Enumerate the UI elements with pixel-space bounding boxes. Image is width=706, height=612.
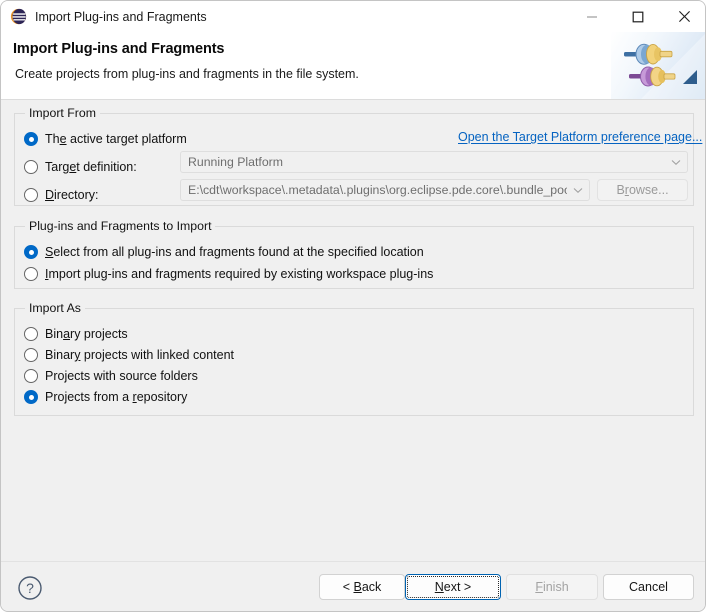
radio-label: Projects from a repository	[45, 390, 188, 404]
chevron-down-icon	[665, 152, 687, 172]
radio-indicator[interactable]	[24, 390, 38, 404]
radio-active-target-platform[interactable]: The active target platform	[24, 132, 187, 146]
import-plugins-dialog: Import Plug-ins and Fragments Import Plu…	[0, 0, 706, 612]
window-controls	[569, 1, 705, 32]
radio-projects-from-repository[interactable]: Projects from a repository	[24, 390, 187, 404]
target-definition-combo[interactable]: Running Platform	[180, 151, 688, 173]
wizard-header: Import Plug-ins and Fragments Create pro…	[1, 32, 705, 100]
radio-indicator[interactable]	[24, 369, 38, 383]
finish-button[interactable]: Finish	[506, 574, 598, 600]
next-button[interactable]: Next >	[405, 574, 501, 600]
group-import-as: Import As Binary projects Binary project…	[14, 301, 694, 416]
eclipse-icon	[10, 8, 27, 25]
group-plugins-to-import-label: Plug-ins and Fragments to Import	[25, 219, 216, 233]
directory-combo[interactable]: E:\cdt\workspace\.metadata\.plugins\org.…	[180, 179, 590, 201]
back-button[interactable]: < Back	[319, 574, 405, 600]
group-import-from-label: Import From	[25, 106, 100, 120]
next-button-label: Next >	[434, 580, 472, 594]
minimize-button[interactable]	[569, 1, 615, 32]
radio-projects-source-folders[interactable]: Projects with source folders	[24, 369, 198, 383]
browse-button[interactable]: Browse...	[597, 179, 688, 201]
radio-binary-projects[interactable]: Binary projects	[24, 327, 128, 341]
radio-indicator[interactable]	[24, 132, 38, 146]
browse-button-label: Browse...	[616, 183, 669, 197]
radio-indicator[interactable]	[24, 188, 38, 202]
finish-button-label: Finish	[535, 580, 569, 594]
radio-label: The active target platform	[45, 132, 187, 146]
radio-binary-projects-linked[interactable]: Binary projects with linked content	[24, 348, 234, 362]
radio-label: Projects with source folders	[45, 369, 198, 383]
radio-indicator[interactable]	[24, 348, 38, 362]
cancel-button-label: Cancel	[629, 580, 668, 594]
maximize-button[interactable]	[615, 1, 661, 32]
radio-indicator[interactable]	[24, 160, 38, 174]
radio-label: Directory:	[45, 188, 99, 202]
radio-directory[interactable]: Directory:	[24, 188, 98, 202]
target-platform-preference-link[interactable]: Open the Target Platform preference page…	[458, 130, 702, 144]
radio-label: Binary projects	[45, 327, 128, 341]
radio-label: Target definition:	[45, 160, 137, 174]
radio-label: Select from all plug-ins and fragments f…	[45, 245, 424, 259]
help-question-icon[interactable]: ?	[17, 575, 43, 601]
radio-target-definition[interactable]: Target definition:	[24, 160, 137, 174]
radio-label: Import plug-ins and fragments required b…	[45, 267, 434, 281]
radio-import-required[interactable]: Import plug-ins and fragments required b…	[24, 267, 433, 281]
group-plugins-to-import: Plug-ins and Fragments to Import Select …	[14, 219, 694, 289]
dialog-body: Import From The active target platform T…	[1, 101, 705, 561]
radio-select-from-all[interactable]: Select from all plug-ins and fragments f…	[24, 245, 424, 259]
radio-label: Binary projects with linked content	[45, 348, 234, 362]
title-bar: Import Plug-ins and Fragments	[1, 1, 705, 32]
radio-indicator[interactable]	[24, 245, 38, 259]
cancel-button[interactable]: Cancel	[603, 574, 694, 600]
target-definition-value: Running Platform	[188, 155, 284, 169]
chevron-down-icon	[567, 180, 589, 200]
page-title: Import Plug-ins and Fragments	[13, 41, 225, 57]
radio-indicator[interactable]	[24, 327, 38, 341]
radio-indicator[interactable]	[24, 267, 38, 281]
close-button[interactable]	[661, 1, 705, 32]
window-title: Import Plug-ins and Fragments	[35, 9, 207, 24]
group-import-as-label: Import As	[25, 301, 85, 315]
back-button-label: < Back	[342, 580, 382, 594]
directory-value: E:\cdt\workspace\.metadata\.plugins\org.…	[188, 183, 567, 197]
plug-connector-icon	[611, 32, 705, 99]
svg-text:?: ?	[26, 580, 34, 596]
page-description: Create projects from plug-ins and fragme…	[15, 67, 359, 81]
